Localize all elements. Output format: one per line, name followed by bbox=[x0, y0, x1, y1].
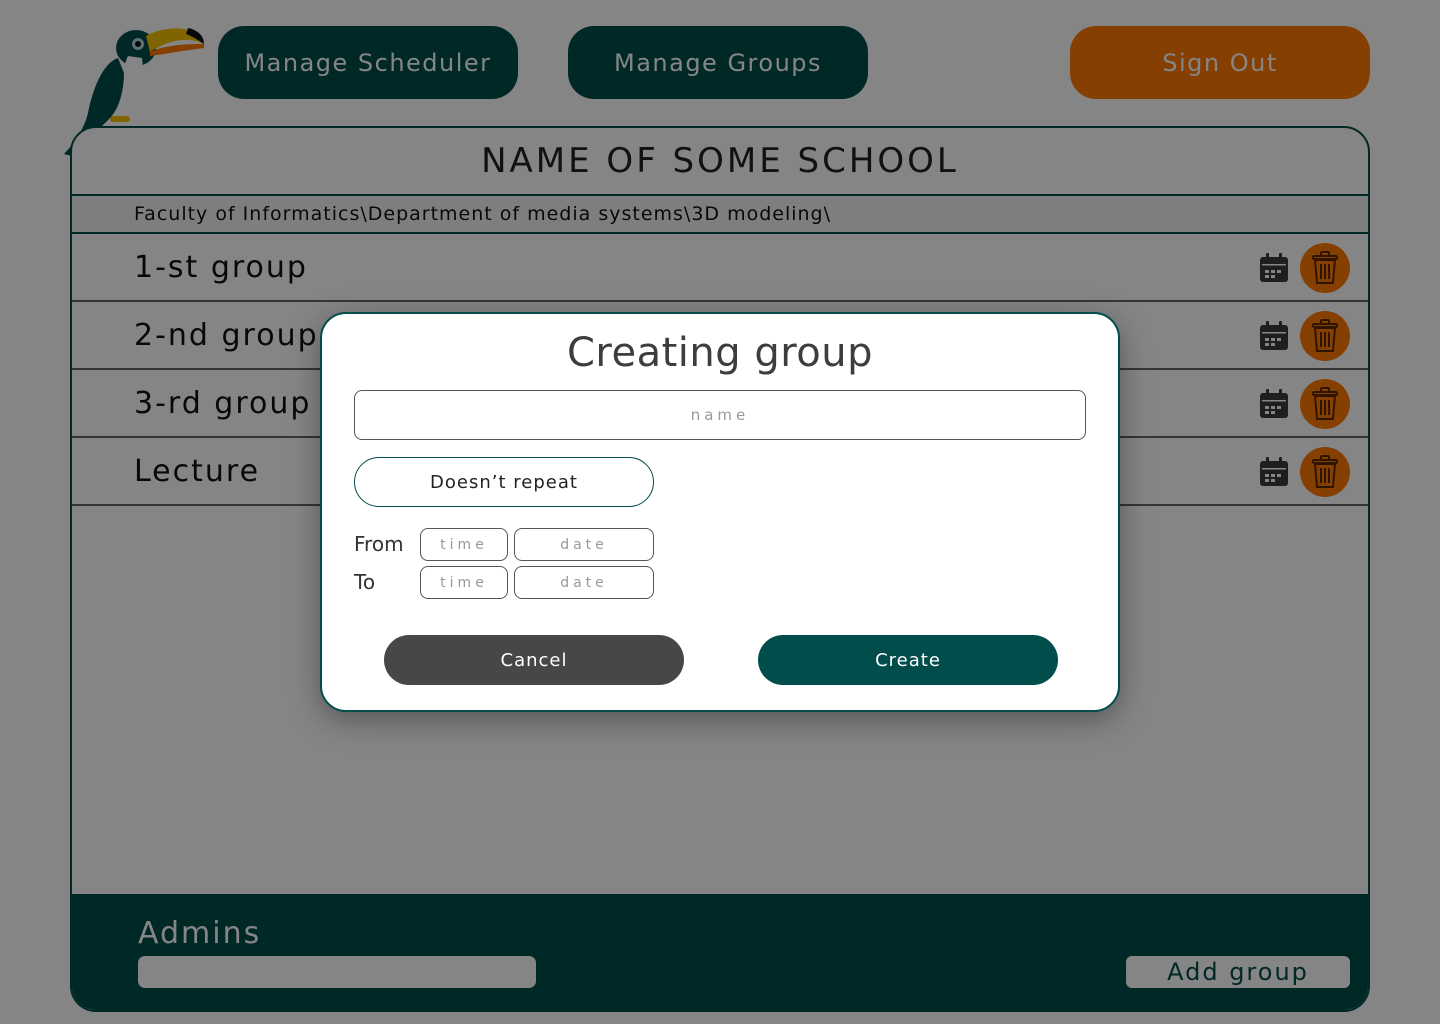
repeat-dropdown[interactable]: Doesn’t repeat bbox=[354, 457, 654, 507]
from-time-input[interactable] bbox=[420, 528, 508, 561]
cancel-button[interactable]: Cancel bbox=[384, 635, 684, 685]
to-time-input[interactable] bbox=[420, 566, 508, 599]
to-date-input[interactable] bbox=[514, 566, 654, 599]
group-name-input[interactable] bbox=[354, 390, 1086, 440]
create-button[interactable]: Create bbox=[758, 635, 1058, 685]
create-group-dialog: Creating group Doesn’t repeat From To Ca… bbox=[320, 312, 1120, 712]
from-date-input[interactable] bbox=[514, 528, 654, 561]
to-label: To bbox=[354, 570, 376, 594]
from-label: From bbox=[354, 532, 404, 556]
dialog-title: Creating group bbox=[566, 330, 874, 376]
